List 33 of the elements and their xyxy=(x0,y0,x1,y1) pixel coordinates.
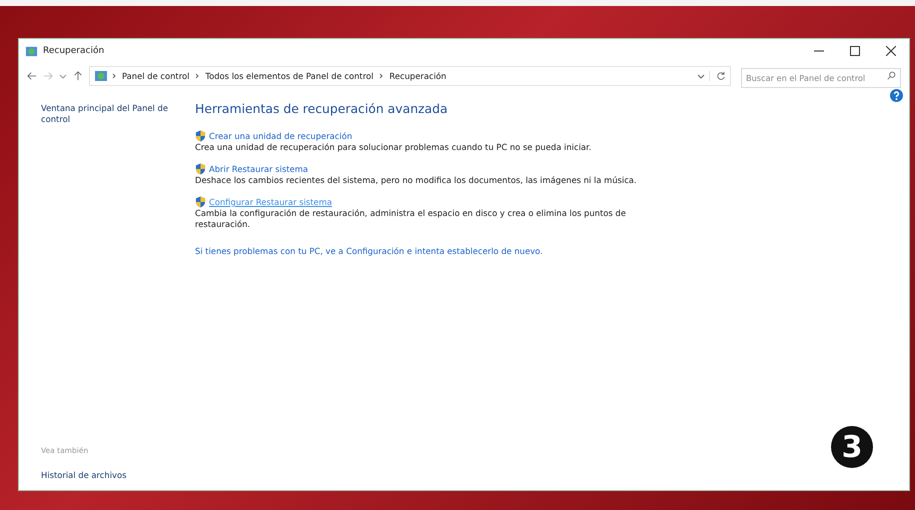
search-field[interactable]: Buscar en el Panel de control xyxy=(741,68,901,88)
dropdown-caret-icon[interactable] xyxy=(59,74,67,78)
tool-description: Crea una unidad de recuperación para solucionar problemas cuando tu PC no se pueda iniciar. xyxy=(195,142,592,153)
shield-icon xyxy=(195,196,206,208)
tool-description: Cambia la configuración de restauración, administra el espacio en disco y crea o elimina los puntos de restauración. xyxy=(195,208,627,230)
tool-link[interactable]: Abrir Restaurar sistema xyxy=(209,164,308,174)
tool-link[interactable]: Crear una unidad de recuperación xyxy=(209,131,352,141)
dropdown-caret-icon[interactable] xyxy=(697,74,705,78)
refresh-icon[interactable] xyxy=(709,71,726,81)
breadcrumb-item[interactable]: Todos los elementos de Panel de control xyxy=(205,71,374,81)
section-heading: Herramientas de recuperación avanzada xyxy=(195,101,449,116)
control-panel-icon xyxy=(94,69,108,83)
breadcrumb-item[interactable]: Recuperación xyxy=(389,71,446,81)
help-icon[interactable] xyxy=(890,89,903,102)
back-arrow-icon[interactable] xyxy=(27,71,37,81)
control-panel-icon xyxy=(25,44,38,58)
window-title: Recuperación xyxy=(43,46,104,56)
chevron-icon xyxy=(112,73,116,79)
see-also-link[interactable]: Historial de archivos xyxy=(41,470,126,480)
troubleshoot-link[interactable]: Si tienes problemas con tu PC, ve a Configuración e intenta establecerlo de nuevo. xyxy=(195,246,839,256)
step-number-badge: 3 xyxy=(831,426,873,468)
close-icon xyxy=(886,46,896,56)
up-arrow-icon[interactable] xyxy=(73,71,83,81)
chevron-icon xyxy=(379,73,384,79)
breadcrumb-item[interactable]: Panel de control xyxy=(122,71,190,81)
tool-description: Deshace los cambios recientes del sistema, pero no modifica los documentos, las imágenes ni la música. xyxy=(195,175,638,186)
sidebar-link[interactable]: Ventana principal del Panel de control xyxy=(41,103,173,125)
maximize-icon xyxy=(850,46,860,56)
shield-icon xyxy=(195,130,206,142)
chevron-icon xyxy=(195,73,200,79)
shield-icon xyxy=(195,163,206,175)
address-bar[interactable]: Panel de control Todos los elementos de Panel de control Recuperación xyxy=(89,66,731,86)
search-icon xyxy=(887,71,896,80)
